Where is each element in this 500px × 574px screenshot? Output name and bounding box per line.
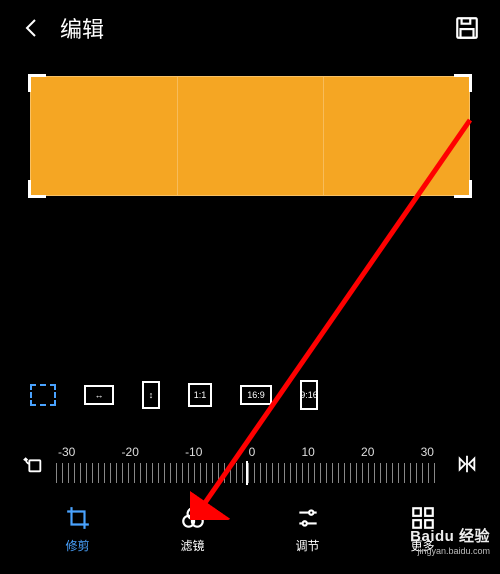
crop-preview[interactable] [30, 76, 470, 196]
aspect-1-1[interactable]: 1:1 [188, 383, 212, 407]
aspect-16-9[interactable]: 16:9 [240, 385, 272, 405]
back-icon[interactable] [20, 16, 44, 40]
aspect-9-16[interactable]: 9:16 [300, 380, 318, 410]
rotate-icon[interactable] [22, 453, 44, 475]
watermark: Baidu 经验 jingyan.baidu.com [410, 525, 490, 556]
page-title: 编辑 [60, 12, 104, 44]
aspect-ratio-row: ↔ ↕ 1:1 16:9 9:16 [0, 380, 500, 410]
tick-label: 0 [249, 445, 256, 459]
adjust-icon [295, 505, 321, 531]
tab-filter[interactable]: 滤镜 [180, 505, 206, 554]
tick-label: -10 [185, 445, 202, 459]
tick-label: 10 [301, 445, 314, 459]
tick-label: 20 [361, 445, 374, 459]
tab-label: 修剪 [65, 537, 89, 554]
tick-label: -30 [58, 445, 75, 459]
aspect-vertical[interactable]: ↕ [142, 381, 160, 409]
crop-icon [65, 505, 91, 531]
tab-adjust[interactable]: 调节 [295, 505, 321, 554]
aspect-free[interactable] [30, 384, 56, 406]
tab-label: 调节 [295, 537, 319, 554]
save-icon[interactable] [454, 15, 480, 41]
filter-icon [180, 505, 206, 531]
tick-label: 30 [421, 445, 434, 459]
tick-label: -20 [122, 445, 139, 459]
flip-icon[interactable] [456, 453, 478, 475]
tab-label: 滤镜 [180, 537, 204, 554]
rotation-slider[interactable]: -30 -20 -10 0 10 20 30 [56, 445, 436, 483]
tab-crop[interactable]: 修剪 [65, 505, 91, 554]
aspect-horizontal[interactable]: ↔ [84, 385, 114, 405]
